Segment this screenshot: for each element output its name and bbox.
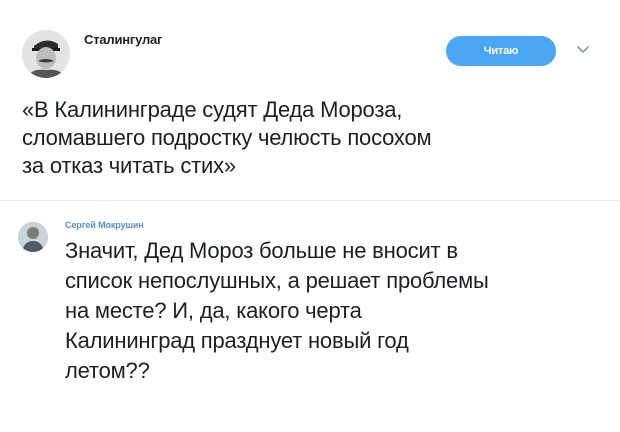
reply-author-avatar[interactable] [18,222,48,252]
follow-button[interactable]: Читаю [446,36,556,66]
tweet-card: Сталингулаг Читаю «В Калининграде судят … [0,0,620,200]
portrait-avatar-icon [18,222,48,252]
portrait-avatar-icon [22,30,70,78]
divider [0,200,620,201]
reply-card: Сергей Мокрушин Значит, Дед Мороз больше… [0,202,620,432]
author-name[interactable]: Сталингулаг [84,32,162,47]
chevron-down-icon[interactable] [575,41,591,57]
reply-text: Значит, Дед Мороз больше не вносит в спи… [65,238,489,383]
tweet-text: «В Калининграде судят Деда Мороза, слома… [22,97,432,178]
reply-author-name[interactable]: Сергей Мокрушин [65,220,144,230]
author-avatar[interactable] [22,30,70,78]
